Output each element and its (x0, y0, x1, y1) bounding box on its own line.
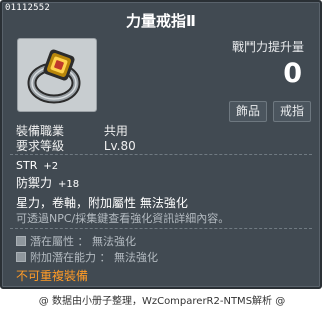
stat-str-value: +2 (43, 161, 59, 172)
divider (10, 154, 312, 155)
additional-potential-icon (16, 252, 26, 262)
stat-str: STR +2 (16, 159, 58, 172)
stat-defense-name: 防禦力 (16, 176, 53, 190)
potential-label: 潛在屬性 ： 無法強化 (30, 235, 136, 248)
divider (10, 228, 312, 229)
item-name: 力量戒指Ⅱ (126, 12, 196, 30)
unique-equip-warning: 不可重複裝備 (16, 269, 89, 283)
required-level-label: 要求等級 (16, 139, 65, 153)
item-icon-frame (17, 38, 97, 112)
additional-potential-label: 附加潛在能力 ： 無法強化 (30, 251, 158, 264)
potential-icon (16, 236, 26, 246)
combat-power-label: 戰鬥力提升量 (231, 40, 304, 54)
enhancement-info: 可透過NPC/採集鍵查看強化資訊詳細內容。 (16, 212, 230, 225)
data-source-footer: @ 数据由小册子整理，WzComparerR2-NTMS解析 @ (38, 296, 286, 307)
tag-accessory: 飾品 (229, 101, 268, 122)
required-job-value: 共用 (103, 124, 128, 138)
combat-power-value: 0 (283, 58, 302, 89)
required-level-row: 要求等級 Lv.80 (16, 137, 136, 154)
additional-potential-row: 附加潛在能力 ： 無法強化 (16, 249, 158, 265)
tag-ring: 戒指 (273, 101, 312, 122)
stat-defense: 防禦力 +18 (16, 174, 79, 191)
stat-defense-value: +18 (58, 179, 80, 190)
required-level-value: Lv.80 (103, 139, 136, 153)
stat-str-name: STR (16, 159, 38, 172)
potential-row: 潛在屬性 ： 無法強化 (16, 233, 136, 249)
ring-icon (27, 49, 81, 104)
item-tooltip: 01112552 力量戒指Ⅱ 戰鬥力提升量 0 飾品 戒指 裝備職業 共用 要求… (0, 0, 322, 289)
enhancement-properties: 星力，卷軸，附加屬性 無法強化 (16, 196, 188, 210)
